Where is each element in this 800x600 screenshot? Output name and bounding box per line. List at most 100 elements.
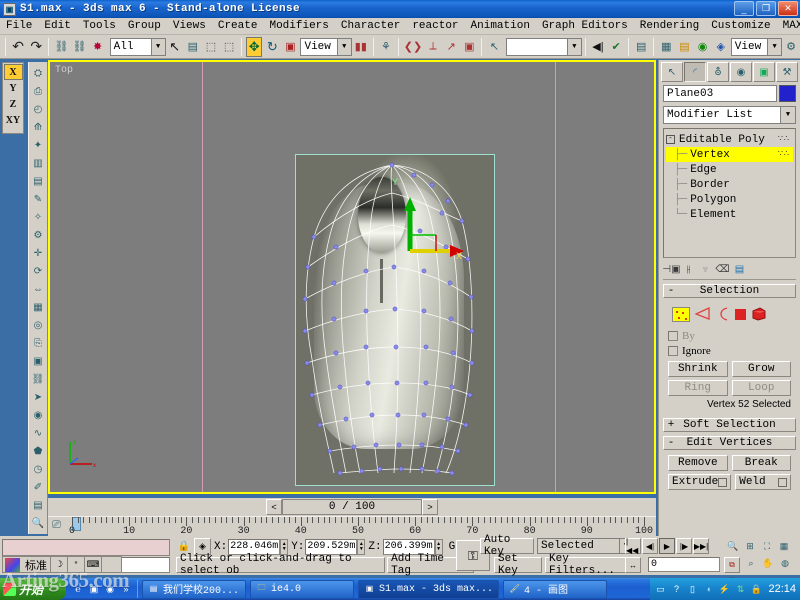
array-icon[interactable]: ⛭ <box>29 64 47 82</box>
show-end-result-icon[interactable]: ⫲ <box>680 261 697 278</box>
material-editor-icon[interactable]: ◉ <box>695 37 711 57</box>
stack-item-element[interactable]: └─ Element <box>666 207 793 222</box>
select-and-link-icon[interactable]: ⛓ <box>53 37 69 57</box>
border-icon[interactable] <box>716 307 730 321</box>
axis-x-button[interactable]: X <box>4 64 23 80</box>
grow-button[interactable]: Grow <box>732 361 792 377</box>
go-to-end-icon[interactable]: ▶▶| <box>693 538 709 554</box>
polygon-icon[interactable] <box>735 309 746 320</box>
menu-views[interactable]: Views <box>167 19 212 33</box>
modifier-stack[interactable]: - Editable Poly ∵∴ ├─ Vertex ∵∴ ├─ Edge … <box>663 128 796 258</box>
menu-graph-editors[interactable]: Graph Editors <box>536 19 634 33</box>
shrink-button[interactable]: Shrink <box>668 361 728 377</box>
field-of-view-icon[interactable]: ⌕ <box>743 555 759 571</box>
menu-group[interactable]: Group <box>122 19 167 33</box>
viewport-label[interactable]: Top <box>55 65 73 76</box>
modify-tab[interactable]: ◜ <box>684 62 706 82</box>
select-by-name-icon[interactable]: ▤ <box>185 37 201 57</box>
link-inherit-icon[interactable]: ⛓ <box>29 370 47 388</box>
stack-item-editable-poly[interactable]: - Editable Poly ∵∴ <box>666 132 793 147</box>
rectangular-selection-region-icon[interactable]: ⬚ <box>203 37 219 57</box>
shield-icon[interactable]: ⚡ <box>718 583 730 595</box>
strokes-icon[interactable]: ✐ <box>29 478 47 496</box>
chevron-down-icon[interactable]: ▼ <box>780 107 795 123</box>
stack-item-edge[interactable]: ├─ Edge <box>666 162 793 177</box>
asset-browser-icon[interactable]: ▤ <box>29 496 47 514</box>
modifier-list-combo[interactable]: Modifier List ▼ <box>663 106 796 124</box>
menu-file[interactable]: File <box>0 19 38 33</box>
weld-button[interactable]: Weld <box>735 474 791 490</box>
schematic-view-icon[interactable]: ▤ <box>676 37 692 57</box>
curve-editor-icon[interactable]: ▦ <box>658 37 674 57</box>
axis-xy-button[interactable]: XY <box>4 112 23 128</box>
prev-frame-button[interactable]: < <box>266 499 282 515</box>
task-item-1[interactable]: 🗀 ie4.0 <box>250 580 354 599</box>
ime-punctuation-icon[interactable]: ” <box>68 557 85 572</box>
ime-shape-icon[interactable]: ☽ <box>51 557 68 572</box>
place-highlight-icon[interactable]: ✦ <box>29 136 47 154</box>
zoom-extents-icon[interactable]: ⛶ <box>759 538 775 554</box>
start-button[interactable]: 开始 <box>0 578 66 600</box>
ime-language-bar[interactable]: 标准 ☽ ” ⌨ <box>2 556 122 573</box>
undo-icon[interactable]: ↶ <box>10 37 26 57</box>
window-crossing-icon[interactable]: ⬚ <box>221 37 237 57</box>
measure-icon[interactable]: ✎ <box>29 190 47 208</box>
snapshot-icon[interactable]: ⎙ <box>29 82 47 100</box>
stack-item-polygon[interactable]: ├─ Polygon <box>666 192 793 207</box>
monitor-icon[interactable]: ▭ <box>654 583 666 595</box>
bitmap-icon[interactable]: ▣ <box>29 352 47 370</box>
reset-xform-icon[interactable]: ⟳ <box>29 262 47 280</box>
chevron-down-icon[interactable]: ▼ <box>151 39 165 55</box>
weld-settings-icon[interactable] <box>778 478 787 487</box>
dynamics-icon[interactable]: ◷ <box>29 460 47 478</box>
auto-key-button[interactable]: Auto Key <box>480 538 534 554</box>
menu-customize[interactable]: Customize <box>705 19 776 33</box>
menu-maxscript[interactable]: MAXScript <box>777 19 800 33</box>
transform-type-in-icon[interactable]: ✛ <box>29 244 47 262</box>
menu-edit[interactable]: Edit <box>38 19 76 33</box>
remove-modifier-icon[interactable]: ⌫ <box>714 261 731 278</box>
open-mini-curve-editor-icon[interactable]: ⎚ <box>52 519 61 532</box>
redo-icon[interactable]: ↷ <box>28 37 44 57</box>
follow-bank-icon[interactable]: ➤ <box>29 388 47 406</box>
reference-image-plane[interactable]: X Y <box>295 154 495 486</box>
rollout-toggle-icon[interactable]: - <box>664 437 678 449</box>
create-tab[interactable]: ↖ <box>661 62 683 82</box>
normal-align-icon[interactable]: ↗ <box>443 37 459 57</box>
chevron-down-icon[interactable]: ▼ <box>337 39 351 55</box>
more-icon[interactable]: » <box>119 582 133 596</box>
edge-icon[interactable] <box>695 307 711 321</box>
task-item-0[interactable]: ▤ 我们学校200... <box>142 580 246 599</box>
align-camera-icon[interactable]: ▤ <box>29 172 47 190</box>
magnify-icon[interactable]: 🔍 <box>29 514 47 532</box>
use-pivot-point-center-icon[interactable]: ▮▮ <box>353 37 369 57</box>
rollout-header-edit-vertices[interactable]: - Edit Vertices <box>663 436 796 450</box>
rollout-toggle-icon[interactable]: - <box>664 285 678 297</box>
clone-icon[interactable]: ⎘ <box>29 334 47 352</box>
menu-tools[interactable]: Tools <box>77 19 122 33</box>
ignore-checkbox-row[interactable]: Ignore <box>668 343 791 358</box>
hierarchy-tab[interactable]: ⛢ <box>707 62 729 82</box>
align-icon[interactable]: ⟂ <box>425 37 441 57</box>
volume-icon[interactable]: ◖ <box>702 583 714 595</box>
select-and-move-icon[interactable]: ✥ <box>246 37 262 57</box>
pin-stack-icon[interactable]: ⊣▣ <box>663 261 680 278</box>
rollout-toggle-icon[interactable]: + <box>664 419 678 431</box>
stack-item-border[interactable]: ├─ Border <box>666 177 793 192</box>
net-icon[interactable]: ⇅ <box>734 583 746 595</box>
go-to-start-icon[interactable]: |◀◀ <box>625 538 641 554</box>
rollout-header-soft-selection[interactable]: + Soft Selection <box>663 418 796 432</box>
break-button[interactable]: Break <box>732 455 792 471</box>
select-and-rotate-icon[interactable]: ↻ <box>264 37 280 57</box>
camera-match-icon[interactable]: ▥ <box>29 154 47 172</box>
by-checkbox[interactable] <box>668 331 678 341</box>
element-icon[interactable] <box>751 307 766 321</box>
media-icon[interactable]: ◉ <box>103 582 117 596</box>
restore-button[interactable]: ❐ <box>756 1 776 16</box>
named-selection-set-combo[interactable]: ▼ <box>506 38 582 56</box>
battery-icon[interactable]: ▯ <box>686 583 698 595</box>
configure-modifier-sets-icon[interactable]: ▤ <box>731 261 748 278</box>
zoom-icon[interactable]: 🔍 <box>725 538 741 554</box>
chevron-down-icon[interactable]: ▼ <box>567 39 581 55</box>
pan-icon[interactable]: ✋ <box>760 555 776 571</box>
